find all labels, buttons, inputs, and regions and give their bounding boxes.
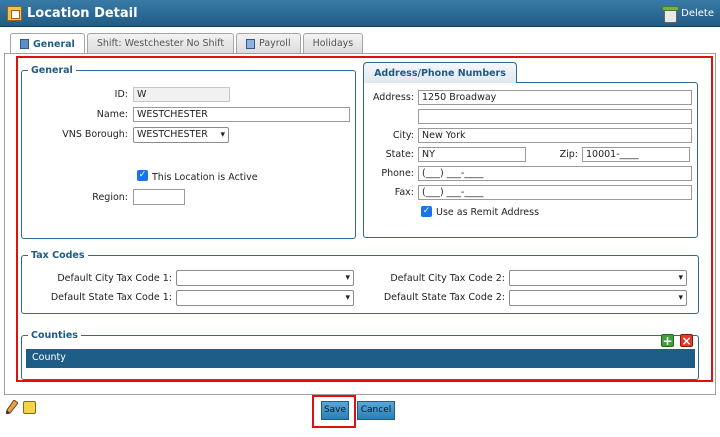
note-icon[interactable] (23, 401, 36, 414)
remit-label: Use as Remit Address (436, 207, 540, 218)
add-county-button[interactable]: + (661, 334, 674, 347)
tab-label: Holidays (312, 38, 354, 49)
delete-label: Delete (681, 7, 714, 19)
region-field[interactable] (133, 189, 185, 205)
title-bar: Location Detail Delete (0, 0, 720, 27)
fax-field[interactable]: (___) ___-____ (418, 185, 692, 200)
state-tax-1-label: Default State Tax Code 1: (50, 292, 172, 303)
delete-button[interactable]: Delete (662, 3, 714, 23)
state-tax-1-select[interactable]: ▾ (176, 290, 354, 306)
phone-field[interactable]: (___) ___-____ (418, 166, 692, 181)
chevron-down-icon: ▾ (220, 130, 225, 140)
state-tax-2-label: Default State Tax Code 2: (383, 292, 505, 303)
remit-checkbox[interactable]: ✓ (421, 206, 432, 217)
doc-icon (246, 38, 256, 49)
address-line2-field[interactable] (418, 109, 692, 124)
active-label: This Location is Active (152, 172, 258, 183)
address-label: Address: (372, 92, 414, 103)
tab-label: General (33, 38, 75, 50)
address-tab[interactable]: Address/Phone Numbers (363, 62, 517, 83)
section-title: General (31, 65, 73, 76)
name-label: Name: (96, 109, 128, 120)
state-field[interactable]: NY (418, 147, 526, 162)
phone-label: Phone: (381, 168, 414, 179)
location-icon (7, 6, 22, 21)
id-label: ID: (114, 89, 128, 100)
state-label: State: (385, 149, 414, 160)
tab-general[interactable]: General (10, 33, 85, 54)
id-field[interactable]: W (133, 87, 230, 102)
city-tax-2-label: Default City Tax Code 2: (390, 273, 505, 284)
active-checkbox[interactable]: ✓ (137, 170, 148, 181)
save-button[interactable]: Save (321, 401, 349, 420)
chevron-down-icon: ▾ (678, 273, 683, 283)
borough-label: VNS Borough: (62, 129, 128, 140)
tab-strip: General Shift: Westchester No Shift Payr… (10, 33, 364, 54)
section-title: Tax Codes (31, 250, 85, 261)
county-column-header[interactable]: County (26, 349, 695, 368)
chevron-down-icon: ▾ (345, 273, 350, 283)
address-line1-field[interactable]: 1250 Broadway (418, 90, 692, 105)
tab-holidays[interactable]: Holidays (302, 33, 364, 53)
doc-icon (20, 39, 29, 49)
city-tax-2-select[interactable]: ▾ (509, 270, 687, 286)
zip-field[interactable]: 10001-____ (582, 147, 690, 162)
chevron-down-icon: ▾ (678, 293, 683, 303)
trash-icon (662, 5, 680, 23)
window-title: Location Detail (27, 6, 138, 21)
tab-shift[interactable]: Shift: Westchester No Shift (86, 33, 235, 53)
zip-label: Zip: (559, 149, 578, 160)
city-tax-1-select[interactable]: ▾ (176, 270, 354, 286)
pencil-icon[interactable] (6, 400, 18, 414)
city-label: City: (392, 130, 414, 141)
tab-label: Shift: Westchester No Shift (96, 38, 225, 49)
fax-label: Fax: (394, 187, 414, 198)
tab-label: Payroll (259, 38, 291, 49)
section-title: Counties (31, 330, 78, 341)
cancel-button[interactable]: Cancel (357, 401, 395, 420)
borough-select[interactable]: WESTCHESTER ▾ (133, 127, 229, 143)
borough-value: WESTCHESTER (137, 129, 208, 140)
state-tax-2-select[interactable]: ▾ (509, 290, 687, 306)
remove-county-button[interactable]: × (680, 334, 693, 347)
chevron-down-icon: ▾ (345, 293, 350, 303)
tab-payroll[interactable]: Payroll (236, 33, 301, 53)
city-field[interactable]: New York (418, 128, 692, 143)
name-field[interactable]: WESTCHESTER (133, 107, 350, 122)
region-label: Region: (92, 192, 128, 203)
city-tax-1-label: Default City Tax Code 1: (57, 273, 172, 284)
